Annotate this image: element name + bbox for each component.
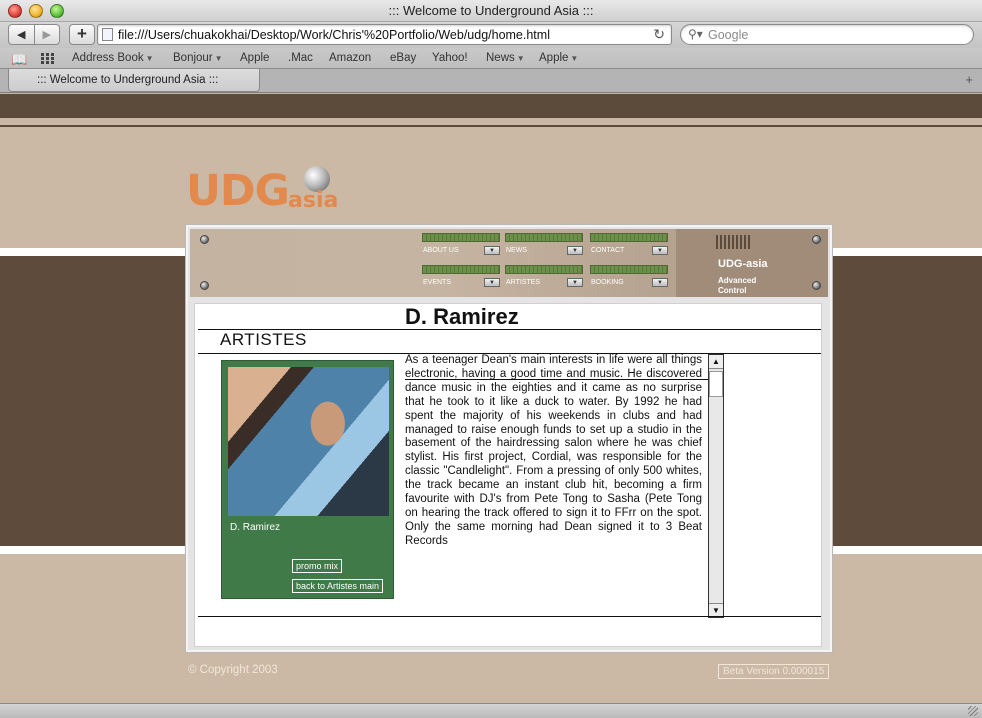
led-strip	[590, 233, 668, 242]
chevron-down-icon[interactable]: ▼	[484, 278, 500, 287]
reload-icon[interactable]: ↻	[653, 26, 665, 43]
logo-text-main: UDG	[186, 166, 290, 216]
screw-icon	[812, 281, 821, 290]
nav-label: NEWS	[506, 247, 527, 254]
artist-photo	[228, 367, 389, 516]
chevron-down-icon: ▼	[516, 54, 525, 63]
nav-about-us[interactable]: ABOUT US ▼	[422, 233, 502, 259]
led-strip	[505, 233, 583, 242]
screw-icon	[200, 281, 209, 290]
address-bar[interactable]: file:///Users/chuakokhai/Desktop/Work/Ch…	[97, 24, 672, 45]
nav-artistes[interactable]: ARTISTES ▼	[505, 265, 585, 291]
header-band	[0, 94, 982, 118]
bookmark-item[interactable]: News ▼	[486, 52, 525, 64]
control-subtitle-line: Control	[718, 286, 747, 295]
screw-icon	[812, 235, 821, 244]
new-tab-icon[interactable]: +	[965, 72, 973, 87]
forward-button[interactable]: ▶	[33, 25, 60, 44]
tab-label: ::: Welcome to Underground Asia :::	[37, 74, 219, 86]
control-brand: UDG-asia	[718, 258, 768, 270]
control-subtitle-line: Advanced	[718, 276, 757, 285]
address-input[interactable]: file:///Users/chuakokhai/Desktop/Work/Ch…	[118, 28, 550, 42]
speaker-grille	[716, 235, 750, 249]
nav-label: CONTACT	[591, 247, 625, 254]
chevron-down-icon: ▼	[214, 54, 223, 63]
bookmarks-book-icon[interactable]: 📖	[11, 52, 27, 68]
led-strip	[422, 233, 500, 242]
chevron-down-icon: ▼	[570, 54, 579, 63]
chevron-down-icon[interactable]: ▼	[567, 278, 583, 287]
logo-text-sub: asia	[288, 188, 339, 213]
top-sites-grid-icon[interactable]	[41, 53, 55, 64]
search-input[interactable]: Google	[708, 28, 748, 42]
nav-news[interactable]: NEWS ▼	[505, 233, 585, 259]
bookmark-item[interactable]: .Mac	[288, 52, 313, 64]
bookmark-item[interactable]: Apple ▼	[539, 52, 578, 64]
led-strip	[505, 265, 583, 274]
section-title: ARTISTES	[220, 330, 307, 349]
status-bar	[0, 703, 982, 718]
led-strip	[590, 265, 668, 274]
scroll-up-arrow-icon[interactable]: ▲	[709, 355, 723, 369]
control-header: ABOUT US ▼ NEWS ▼ CONTACT ▼ EVENTS ▼ ART…	[190, 229, 828, 297]
bookmark-item[interactable]: Address Book ▼	[72, 52, 154, 64]
nav-events[interactable]: EVENTS ▼	[422, 265, 502, 291]
web-page: UDG asia ABOUT US ▼ NEWS ▼ CONTACT ▼ EVE…	[0, 94, 982, 703]
nav-label: ARTISTES	[506, 279, 541, 286]
tab-current[interactable]: ::: Welcome to Underground Asia :::	[8, 69, 260, 92]
search-icon: ⚲▾	[688, 27, 703, 41]
nav-booking[interactable]: BOOKING ▼	[590, 265, 670, 291]
screw-icon	[200, 235, 209, 244]
chevron-down-icon[interactable]: ▼	[567, 246, 583, 255]
chevron-down-icon[interactable]: ▼	[484, 246, 500, 255]
browser-toolbar: ◀ ▶ + file:///Users/chuakokhai/Desktop/W…	[0, 22, 982, 48]
nav-label: BOOKING	[591, 279, 624, 286]
nav-contact[interactable]: CONTACT ▼	[590, 233, 670, 259]
chevron-down-icon[interactable]: ▼	[652, 278, 668, 287]
artist-bio: As a teenager Dean's main interests in l…	[405, 354, 702, 547]
copyright-text: © Copyright 2003	[188, 664, 278, 676]
artist-name: D. Ramirez	[405, 304, 519, 329]
artist-profile-card: D. Ramirez promo mix back to Artistes ma…	[221, 360, 394, 599]
artist-caption: D. Ramirez	[230, 522, 281, 533]
divider	[198, 616, 821, 617]
beta-version-badge: Beta Version 0.000015	[718, 664, 830, 679]
bookmarks-bar: 📖 Address Book ▼ Bonjour ▼ Apple .Mac Amaz…	[0, 48, 982, 69]
bio-scrollbar[interactable]: ▲ ▼	[708, 354, 724, 618]
control-subtitle: Advanced Control	[718, 276, 756, 296]
window-titlebar: ::: Welcome to Underground Asia :::	[0, 0, 982, 22]
document-icon	[102, 28, 113, 41]
bookmark-item[interactable]: Yahoo!	[432, 52, 468, 64]
site-logo[interactable]: UDG asia	[186, 166, 338, 216]
nav-label: ABOUT US	[423, 247, 459, 254]
nav-buttons: ◀ ▶	[8, 24, 60, 45]
window-title: ::: Welcome to Underground Asia :::	[388, 3, 594, 18]
led-strip	[422, 265, 500, 274]
back-to-artistes-link[interactable]: back to Artistes main	[292, 579, 384, 593]
back-button[interactable]: ◀	[9, 25, 34, 44]
header-rule	[0, 125, 982, 127]
resize-grip-icon[interactable]	[968, 706, 978, 716]
bookmark-item[interactable]: Amazon	[329, 52, 371, 64]
add-bookmark-button[interactable]: +	[69, 24, 95, 45]
bookmark-item[interactable]: Apple	[240, 52, 269, 64]
scroll-thumb[interactable]	[709, 371, 723, 397]
search-field[interactable]: ⚲▾ Google	[680, 24, 974, 45]
scroll-down-arrow-icon[interactable]: ▼	[709, 603, 723, 617]
bookmark-item[interactable]: eBay	[390, 52, 416, 64]
content-area: ARTISTES D. Ramirez promo mix back to Ar…	[194, 303, 822, 647]
main-panel: ABOUT US ▼ NEWS ▼ CONTACT ▼ EVENTS ▼ ART…	[186, 225, 832, 652]
chevron-down-icon[interactable]: ▼	[652, 246, 668, 255]
promo-mix-link[interactable]: promo mix	[292, 559, 343, 573]
tab-bar: ::: Welcome to Underground Asia ::: +	[0, 69, 982, 93]
chevron-down-icon: ▼	[145, 54, 154, 63]
bookmark-item[interactable]: Bonjour ▼	[173, 52, 223, 64]
nav-label: EVENTS	[423, 279, 452, 286]
